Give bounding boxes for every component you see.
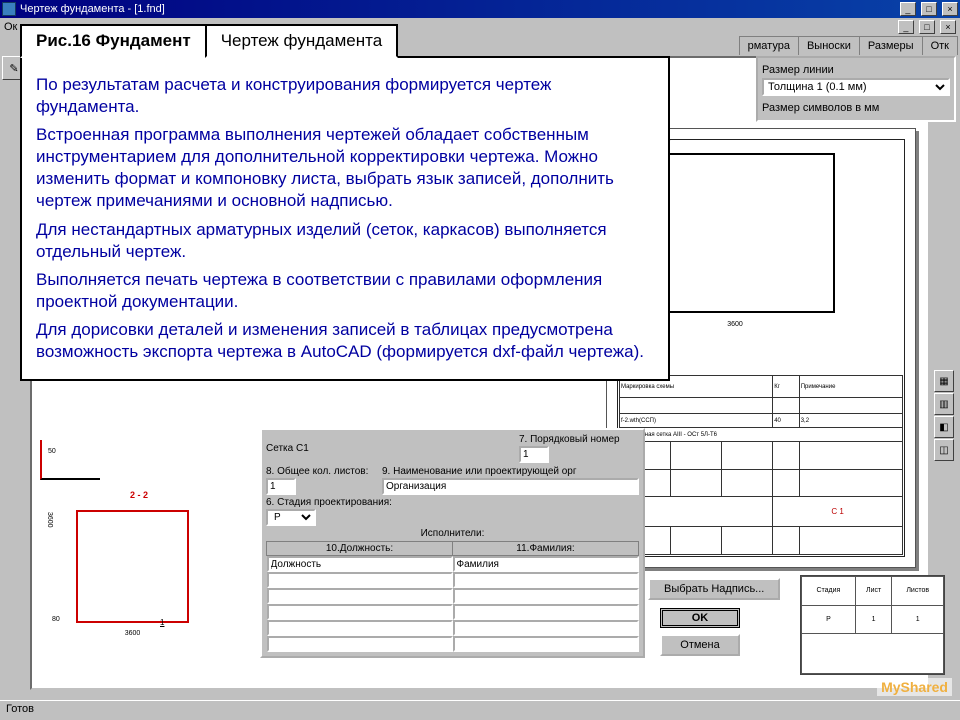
surname-input-2[interactable]: [453, 572, 639, 588]
line-size-label: Размер линии: [762, 64, 950, 76]
properties-panel: Размер линии Толщина 1 (0.1 мм) Размер с…: [756, 56, 956, 122]
f8-input[interactable]: [266, 478, 296, 495]
title-block-dialog: Сетка С1 7. Порядковый номер 8. Общее ко…: [260, 428, 645, 658]
callout-p1: По результатам расчета и конструирования…: [36, 74, 654, 118]
palette-icon-3[interactable]: ◧: [934, 416, 954, 438]
inner-close-button[interactable]: ×: [940, 20, 956, 34]
position-input-2[interactable]: [267, 572, 453, 588]
preview-title-block: Маркировка схемыКгПримечание f-2.wth(ССП…: [619, 375, 903, 555]
col-surname-header: 11.Фамилия:: [453, 542, 639, 556]
palette-icon-4[interactable]: ◫: [934, 439, 954, 461]
position-input-5[interactable]: [267, 620, 453, 636]
close-button[interactable]: ×: [942, 2, 958, 16]
section-title: 2 - 2: [130, 490, 148, 500]
dim-3600-horizontal: 3600: [76, 630, 189, 637]
palette-icon-1[interactable]: ▦: [934, 370, 954, 392]
position-input-6[interactable]: [267, 636, 453, 652]
callout-p4: Выполняется печать чертежа в соответстви…: [36, 269, 654, 313]
minimize-button[interactable]: _: [900, 2, 916, 16]
surname-input-5[interactable]: [453, 620, 639, 636]
tab-dims[interactable]: Размеры: [859, 36, 923, 55]
dim-3600-vertical: 3600: [46, 512, 53, 528]
performers-table: 10.Должность: 11.Фамилия:: [266, 541, 639, 652]
window-titlebar: Чертеж фундамента - [1.fnd] _ □ ×: [0, 0, 960, 18]
f6-select[interactable]: Р: [266, 509, 316, 526]
status-text: Готов: [6, 703, 34, 715]
callout-p2: Встроенная программа выполнения чертежей…: [36, 124, 654, 212]
menu-item-ok[interactable]: Ок: [4, 21, 17, 33]
callout-tab-title: Чертеж фундамента: [205, 24, 398, 58]
f9-input[interactable]: [382, 478, 639, 495]
dim-80: 80: [52, 616, 60, 623]
annotation-callout: Рис.16 Фундамент Чертеж фундамента По ре…: [20, 22, 670, 381]
select-caption-button[interactable]: Выбрать Надпись...: [648, 578, 780, 600]
position-input-4[interactable]: [267, 604, 453, 620]
tab-armature[interactable]: рматура: [739, 36, 799, 55]
f8-label: 8. Общее кол. листов:: [266, 466, 376, 477]
f9-label: 9. Наименование или проектирующей орг: [382, 466, 639, 477]
col-position-header: 10.Должность:: [267, 542, 453, 556]
section-2-2-outline: [76, 510, 189, 623]
inner-minimize-button[interactable]: _: [898, 20, 914, 34]
position-input-1[interactable]: [267, 556, 453, 572]
right-tool-palette: ▦ ▥ ◧ ◫: [934, 370, 956, 462]
section-view-area: 50 2 - 2 3600 80 3600 1: [40, 440, 250, 670]
position-input-3[interactable]: [267, 588, 453, 604]
surname-input-6[interactable]: [453, 636, 639, 652]
performers-header: Исполнители:: [266, 526, 639, 541]
sheet-stamp: СтадияЛистЛистов Р11: [800, 575, 945, 675]
palette-icon-2[interactable]: ▥: [934, 393, 954, 415]
inner-maximize-button[interactable]: □: [919, 20, 935, 34]
f7-label: 7. Порядковый номер: [519, 434, 639, 445]
section-callout-1: 1: [160, 618, 164, 627]
callout-tab-figure: Рис.16 Фундамент: [20, 24, 207, 58]
tab-callouts[interactable]: Выноски: [798, 36, 860, 55]
watermark: MyShared: [877, 678, 952, 696]
f6-label: 6. Стадия проектирования:: [266, 497, 416, 508]
f7-input[interactable]: [519, 446, 549, 463]
symbol-size-label: Размер символов в мм: [762, 102, 950, 114]
dim-50: 50: [48, 448, 56, 455]
callout-body: По результатам расчета и конструирования…: [20, 56, 670, 381]
status-bar: Готов: [0, 700, 960, 720]
grid-label: Сетка С1: [266, 443, 519, 454]
callout-p5: Для дорисовки деталей и изменения записе…: [36, 319, 654, 363]
surname-input-1[interactable]: [453, 556, 639, 572]
ok-button[interactable]: OK: [660, 608, 740, 628]
window-title: Чертеж фундамента - [1.fnd]: [20, 3, 165, 15]
maximize-button[interactable]: □: [921, 2, 937, 16]
cancel-button[interactable]: Отмена: [660, 634, 740, 656]
app-icon: [2, 2, 16, 16]
line-size-select[interactable]: Толщина 1 (0.1 мм): [762, 78, 950, 96]
tab-otk[interactable]: Отк: [922, 36, 958, 55]
callout-p3: Для нестандартных арматурных изделий (се…: [36, 219, 654, 263]
surname-input-3[interactable]: [453, 588, 639, 604]
surname-input-4[interactable]: [453, 604, 639, 620]
ribbon-tabs: рматура Выноски Размеры Отк: [740, 36, 958, 55]
